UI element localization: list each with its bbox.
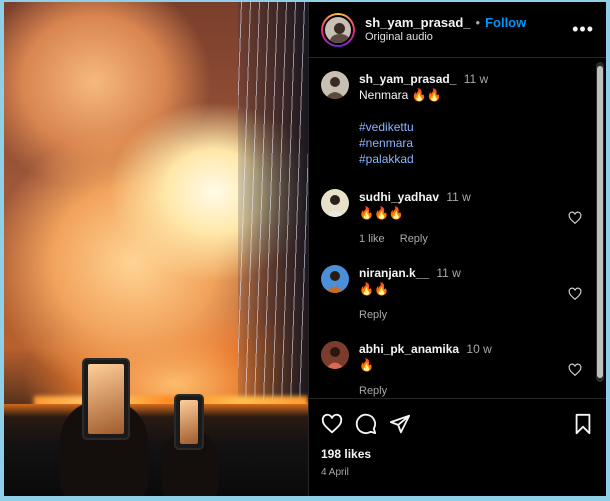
bookmark-icon[interactable] xyxy=(572,413,594,435)
post-date[interactable]: 4 April xyxy=(321,467,594,478)
comment-text: 🔥🔥🔥 xyxy=(359,206,404,220)
comment-username[interactable]: abhi_pk_anamika xyxy=(359,342,459,356)
post-video[interactable] xyxy=(4,2,308,496)
heart-icon[interactable] xyxy=(568,363,582,377)
heart-icon[interactable] xyxy=(321,413,343,435)
commenter-avatar[interactable] xyxy=(321,265,349,293)
spectator-phone xyxy=(82,358,130,440)
post-actions: 198 likes 4 April xyxy=(309,398,606,478)
comment-icon[interactable] xyxy=(355,413,377,435)
hashtag-link[interactable]: #palakkad xyxy=(359,151,582,167)
comment-time[interactable]: 11 w xyxy=(436,266,460,280)
caption: sh_yam_prasad_ 11 w Nenmara 🔥🔥 #vedikett… xyxy=(321,71,582,167)
hashtag-link[interactable]: #vedikettu xyxy=(359,119,582,135)
audio-label[interactable]: Original audio xyxy=(365,31,526,45)
comment-time[interactable]: 11 w xyxy=(446,190,470,204)
caption-username[interactable]: sh_yam_prasad_ xyxy=(359,72,456,86)
comment-text: 🔥 xyxy=(359,358,374,372)
commenter-avatar[interactable] xyxy=(321,341,349,369)
more-horizontal-icon[interactable]: ••• xyxy=(572,19,594,40)
author-username[interactable]: sh_yam_prasad_ xyxy=(365,15,471,31)
reply-button[interactable]: Reply xyxy=(400,233,428,245)
comment-item: niranjan.k__ 11 w 🔥🔥 Reply xyxy=(321,265,582,323)
follow-button[interactable]: Follow xyxy=(485,15,526,31)
post-side-panel: sh_yam_prasad_ • Follow Original audio •… xyxy=(308,2,606,496)
separator-dot: • xyxy=(475,14,481,30)
author-avatar[interactable] xyxy=(321,12,355,47)
reply-button[interactable]: Reply xyxy=(359,385,387,397)
comment-like-count[interactable]: 1 like xyxy=(359,233,385,245)
caption-avatar[interactable] xyxy=(321,71,349,99)
like-count[interactable]: 198 likes xyxy=(321,447,594,461)
spectator-phone xyxy=(174,394,204,450)
heart-icon[interactable] xyxy=(568,211,582,225)
comments-list[interactable]: sh_yam_prasad_ 11 w Nenmara 🔥🔥 #vedikett… xyxy=(309,59,606,397)
share-icon[interactable] xyxy=(389,413,411,435)
post-header: sh_yam_prasad_ • Follow Original audio •… xyxy=(309,2,606,58)
comment-item: abhi_pk_anamika 10 w 🔥 Reply xyxy=(321,341,582,397)
scrollbar-thumb[interactable] xyxy=(597,66,603,378)
reply-button[interactable]: Reply xyxy=(359,309,387,321)
hashtag-link[interactable]: #nenmara xyxy=(359,135,582,151)
ground-silhouette xyxy=(4,404,308,496)
comments-scrollbar[interactable] xyxy=(596,62,604,382)
comment-username[interactable]: niranjan.k__ xyxy=(359,266,429,280)
comment-time[interactable]: 10 w xyxy=(466,342,491,356)
commenter-avatar[interactable] xyxy=(321,189,349,217)
caption-text: Nenmara 🔥🔥 xyxy=(359,88,442,102)
comment-username[interactable]: sudhi_yadhav xyxy=(359,190,439,204)
comment-text: 🔥🔥 xyxy=(359,282,389,296)
caption-time[interactable]: 11 w xyxy=(464,72,488,86)
instagram-post-modal: sh_yam_prasad_ • Follow Original audio •… xyxy=(4,2,606,496)
heart-icon[interactable] xyxy=(568,287,582,301)
fireworks-sparks xyxy=(238,2,308,402)
comment-item: sudhi_yadhav 11 w 🔥🔥🔥 1 like Reply xyxy=(321,189,582,247)
